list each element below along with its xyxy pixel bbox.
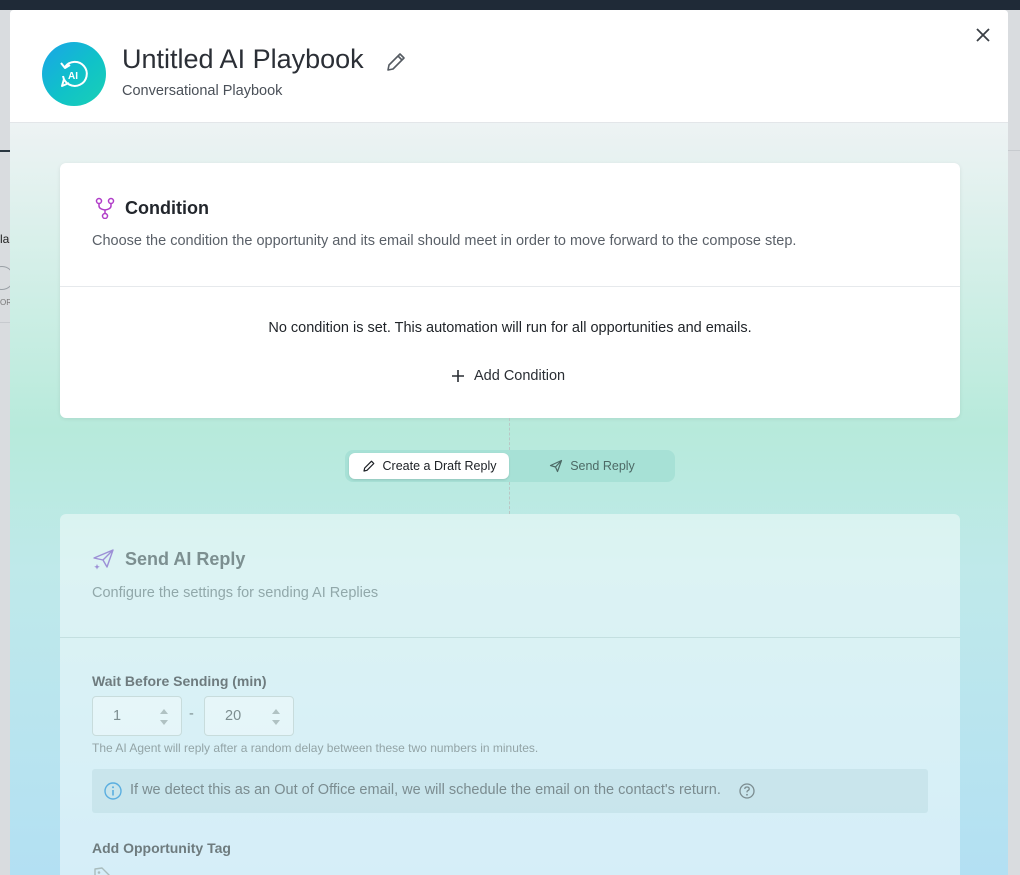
add-opportunity-tag-label: Add Opportunity Tag [92,840,231,856]
plus-icon [452,370,464,382]
info-icon [104,782,122,800]
reply-mode-toggle: Create a Draft Reply Send Reply [345,450,675,482]
send-reply-option[interactable]: Send Reply [513,453,671,479]
wait-max-value: 20 [225,708,242,724]
add-condition-label: Add Condition [474,368,566,384]
question-icon[interactable] [738,782,756,800]
wait-hint-text: The AI Agent will reply after a random d… [92,741,539,755]
playbook-modal: AI Untitled AI Playbook Conversational P… [10,10,1008,875]
send-reply-label: Send Reply [570,459,635,473]
flow-connector [509,418,510,450]
send-ai-reply-title: Send AI Reply [125,549,246,569]
branch-icon [95,197,115,219]
range-separator: - [189,706,194,722]
wait-max-input[interactable]: 20 [204,696,294,736]
wait-min-value: 1 [113,708,122,724]
app-top-bar [0,0,1020,10]
condition-card: Condition Choose the condition the oppor… [60,163,960,418]
send-ai-reply-description: Configure the settings for sending AI Re… [92,585,379,601]
send-ai-reply-card: Send AI Reply Configure the settings for… [60,514,960,875]
page-subtitle: Conversational Playbook [122,83,283,99]
close-icon[interactable] [972,24,994,46]
send-ai-reply-header: Send AI Reply Configure the settings for… [60,514,960,638]
create-draft-reply-option[interactable]: Create a Draft Reply [349,453,509,479]
logo-text: AI [68,71,78,82]
paper-plane-sparkle-icon [93,549,114,570]
pencil-icon [362,460,374,472]
stepper-icon[interactable] [271,706,281,728]
playbook-logo: AI [42,42,106,106]
condition-title: Condition [125,198,209,218]
modal-header: AI Untitled AI Playbook Conversational P… [10,10,1008,123]
pencil-icon[interactable] [384,50,408,74]
paper-plane-icon [550,459,563,473]
ai-refresh-icon: AI [60,60,88,87]
background-divider-right [1008,150,1020,151]
condition-description: Choose the condition the opportunity and… [92,233,797,249]
wait-min-input[interactable]: 1 [92,696,182,736]
page-title: Untitled AI Playbook [122,44,364,74]
flow-connector [509,482,510,514]
stepper-icon[interactable] [159,706,169,728]
condition-empty-state: No condition is set. This automation wil… [268,320,752,336]
condition-header: Condition Choose the condition the oppor… [60,163,960,287]
out-of-office-notice: If we detect this as an Out of Office em… [92,769,928,813]
wait-before-sending-label: Wait Before Sending (min) [92,673,267,689]
out-of-office-text: If we detect this as an Out of Office em… [130,782,721,798]
create-draft-reply-label: Create a Draft Reply [382,459,497,473]
background-edge-text: la [0,232,10,246]
tag-icon[interactable] [92,864,116,875]
add-condition-button[interactable]: Add Condition [450,363,572,389]
